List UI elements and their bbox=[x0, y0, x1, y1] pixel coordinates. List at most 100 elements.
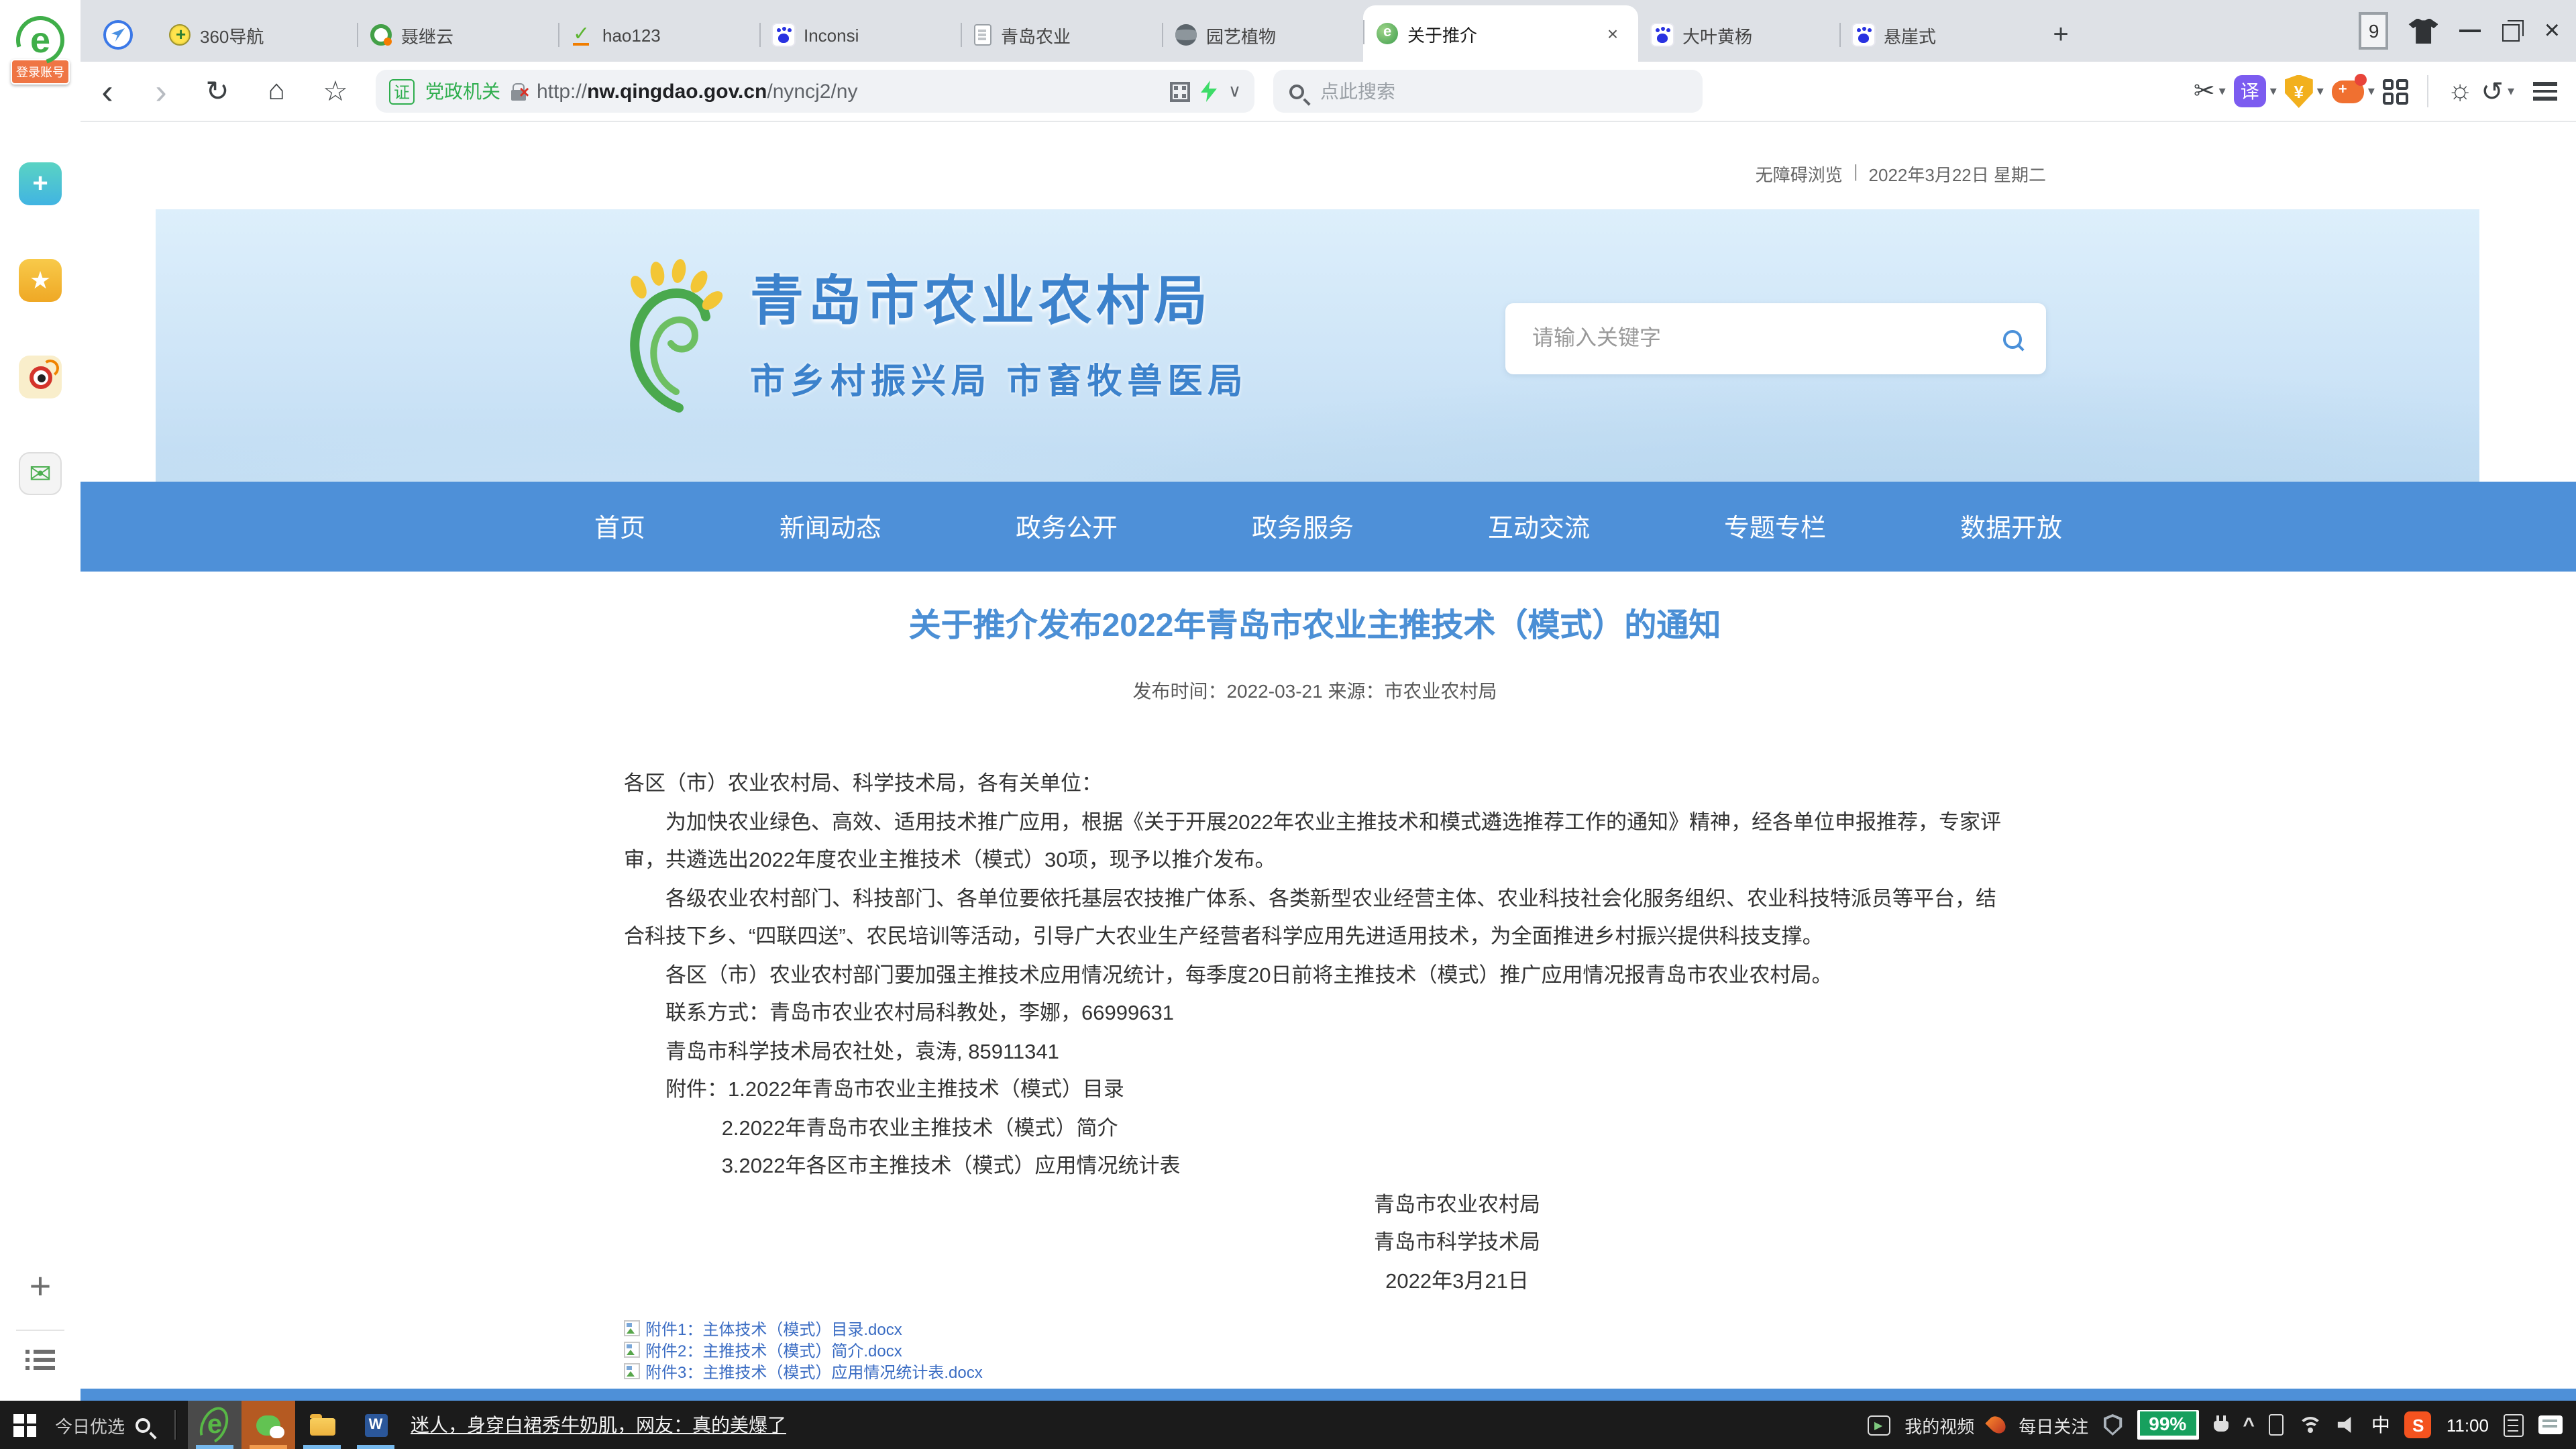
browser-tab[interactable]: 关于推介 × bbox=[1363, 5, 1638, 62]
article: 关于推介发布2022年青岛市农业主推技术（模式）的通知 发布时间：2022-03… bbox=[624, 598, 2006, 1382]
daily-focus-label[interactable]: 每日关注 bbox=[2019, 1412, 2088, 1438]
browser-tab[interactable]: 青岛农业 bbox=[961, 8, 1162, 62]
favorites-icon[interactable]: ★ bbox=[19, 259, 62, 302]
apps-grid-icon[interactable] bbox=[2383, 78, 2408, 104]
browser-tab[interactable]: Inconsi bbox=[759, 8, 961, 62]
tab-title: Inconsi bbox=[804, 25, 947, 45]
screenshot-tool[interactable]: ✂▾ bbox=[2194, 76, 2226, 107]
taskbar-search-icon[interactable] bbox=[136, 1417, 150, 1432]
attachment-link[interactable]: 附件1：主体技术（模式）目录.docx bbox=[645, 1317, 902, 1340]
my-videos-icon[interactable]: ▶ bbox=[1867, 1415, 1890, 1435]
notes-icon[interactable] bbox=[2504, 1413, 2524, 1436]
nav-item[interactable]: 互动交流 bbox=[1488, 508, 1590, 545]
power-plug-icon[interactable] bbox=[2213, 1415, 2228, 1435]
browser-tab[interactable]: 360导航 bbox=[156, 8, 357, 62]
site-search-input[interactable] bbox=[1529, 325, 2003, 352]
recently-closed-tool[interactable]: ↺▾ bbox=[2481, 74, 2514, 108]
forward-button[interactable]: › bbox=[134, 74, 188, 109]
wifi-icon[interactable] bbox=[2299, 1416, 2323, 1434]
game-tool[interactable]: ▾ bbox=[2332, 80, 2375, 103]
weibo-icon[interactable] bbox=[19, 356, 62, 398]
pinned-tab-navigation[interactable] bbox=[80, 8, 156, 62]
site-search-icon[interactable] bbox=[2003, 329, 2022, 348]
browser-tab[interactable]: 悬崖式 bbox=[1839, 8, 2041, 62]
tab-close-icon[interactable]: × bbox=[1601, 21, 1625, 46]
sidebar-add-button[interactable]: + bbox=[30, 1265, 52, 1311]
volume-icon[interactable] bbox=[2338, 1417, 2357, 1433]
site-logo bbox=[598, 258, 726, 419]
nav-item[interactable]: 政务公开 bbox=[1016, 508, 1118, 545]
home-button[interactable]: ⌂ bbox=[247, 75, 306, 107]
attachment-link[interactable]: 附件3：主推技术（模式）应用情况统计表.docx bbox=[645, 1360, 983, 1383]
accessibility-link[interactable]: 无障碍浏览 bbox=[1756, 161, 1843, 186]
bookmark-star-button[interactable]: ☆ bbox=[306, 74, 365, 108]
browser-tab[interactable]: 园艺植物 bbox=[1162, 8, 1363, 62]
taskbar-app-wechat[interactable] bbox=[241, 1401, 295, 1449]
word-icon: W bbox=[364, 1413, 387, 1436]
translate-icon: 译 bbox=[2234, 75, 2266, 107]
menu-icon[interactable] bbox=[2533, 82, 2557, 101]
page-viewport: 无障碍浏览 2022年3月22日 星期二 青岛市农业农村局 市乡村振兴局 市畜牧… bbox=[80, 123, 2576, 1401]
article-paragraph: 各区（市）农业农村局、科学技术局，各有关单位： bbox=[624, 766, 2006, 804]
nav-item[interactable]: 政务服务 bbox=[1252, 508, 1354, 545]
site-type-label: 党政机关 bbox=[425, 78, 500, 105]
address-dropdown-icon[interactable]: ∨ bbox=[1228, 80, 1241, 102]
nav-item[interactable]: 专题专栏 bbox=[1724, 508, 1826, 545]
tab-title: 悬崖式 bbox=[1884, 22, 2027, 48]
sidebar-list-button[interactable] bbox=[25, 1350, 55, 1371]
refresh-button[interactable]: ↻ bbox=[188, 74, 247, 108]
site-brand[interactable]: 青岛市农业农村局 市乡村振兴局 市畜牧兽医局 bbox=[598, 258, 1248, 419]
nav-item[interactable]: 首页 bbox=[594, 508, 645, 545]
qr-code-icon[interactable] bbox=[1171, 81, 1191, 101]
game-center-icon[interactable]: + bbox=[19, 162, 62, 205]
flame-icon[interactable] bbox=[1985, 1413, 2008, 1436]
taskbar-app-360browser[interactable]: e bbox=[188, 1401, 241, 1449]
site-subtitle: 市乡村振兴局 市畜牧兽医局 bbox=[750, 354, 1248, 404]
tab-title: 园艺植物 bbox=[1206, 22, 1350, 48]
ime-indicator[interactable]: 中 bbox=[2371, 1411, 2390, 1438]
brightness-icon[interactable]: ☼ bbox=[2447, 75, 2473, 107]
shopping-protect-tool[interactable]: ¥▾ bbox=[2285, 74, 2324, 108]
battery-widget[interactable]: 99% bbox=[2137, 1410, 2198, 1440]
taskbar-app-explorer[interactable] bbox=[295, 1401, 349, 1449]
browser-tab[interactable]: 聂继云 bbox=[357, 8, 558, 62]
tray-expand-icon[interactable]: ^ bbox=[2243, 1413, 2255, 1436]
translate-tool[interactable]: 译▾ bbox=[2234, 75, 2277, 107]
windows-start-button[interactable] bbox=[13, 1413, 36, 1436]
window-controls: 9 × bbox=[2343, 0, 2576, 62]
weibo-eye-icon bbox=[29, 366, 52, 388]
attachment-link[interactable]: 附件2：主推技术（模式）简介.docx bbox=[645, 1338, 902, 1361]
mail-icon[interactable]: ✉ bbox=[19, 452, 62, 495]
sidebar-divider bbox=[16, 1330, 64, 1331]
nav-item[interactable]: 数据开放 bbox=[1960, 508, 2062, 545]
taskbar-app-word[interactable]: W bbox=[349, 1401, 402, 1449]
speed-bolt-icon[interactable] bbox=[1201, 80, 1218, 102]
address-bar[interactable]: 证 党政机关 http://nw.qingdao.gov.cn/nyncj2/n… bbox=[376, 70, 1254, 113]
browser-tab[interactable]: 大叶黄杨 bbox=[1638, 8, 1839, 62]
cert-badge-icon: 证 bbox=[389, 78, 415, 104]
tab-favicon bbox=[572, 24, 593, 46]
security-shield-icon[interactable] bbox=[2103, 1414, 2122, 1436]
browser-tab[interactable]: hao123 bbox=[558, 8, 759, 62]
news-headline[interactable]: 迷人，身穿白裙秀牛奶肌，网友：真的美爆了 bbox=[411, 1411, 786, 1438]
nav-item[interactable]: 新闻动态 bbox=[780, 508, 881, 545]
my-videos-label[interactable]: 我的视频 bbox=[1904, 1412, 1974, 1438]
sogou-input-icon[interactable]: S bbox=[2405, 1411, 2432, 1438]
minimize-button[interactable] bbox=[2459, 19, 2483, 43]
new-tab-button[interactable]: + bbox=[2041, 8, 2081, 62]
toolbar-extensions: ✂▾ 译▾ ¥▾ ▾ ☼ ↺▾ bbox=[2194, 74, 2576, 108]
toolbar-search-box[interactable] bbox=[1273, 70, 1703, 113]
site-search-box[interactable] bbox=[1505, 303, 2046, 374]
back-button[interactable]: ‹ bbox=[80, 74, 134, 109]
taskbar: 今日优选 e W 迷人，身穿白裙秀牛奶肌，网友：真的美爆了 ▶ 我的视频 每日关… bbox=[0, 1401, 2576, 1449]
taskbar-search-label[interactable]: 今日优选 bbox=[55, 1412, 125, 1438]
attachment-row: 附件2：主推技术（模式）简介.docx bbox=[624, 1339, 2006, 1360]
notification-icon[interactable] bbox=[2538, 1415, 2563, 1434]
toolbar-search-input[interactable] bbox=[1318, 79, 1686, 103]
restore-button[interactable] bbox=[2503, 20, 2524, 42]
taskbar-clock[interactable]: 11:00 bbox=[2447, 1415, 2489, 1435]
theme-skin-icon[interactable] bbox=[2409, 18, 2438, 44]
phone-link-icon[interactable] bbox=[2269, 1414, 2284, 1436]
tab-count-badge[interactable]: 9 bbox=[2359, 12, 2389, 50]
close-window-button[interactable]: × bbox=[2544, 17, 2560, 44]
